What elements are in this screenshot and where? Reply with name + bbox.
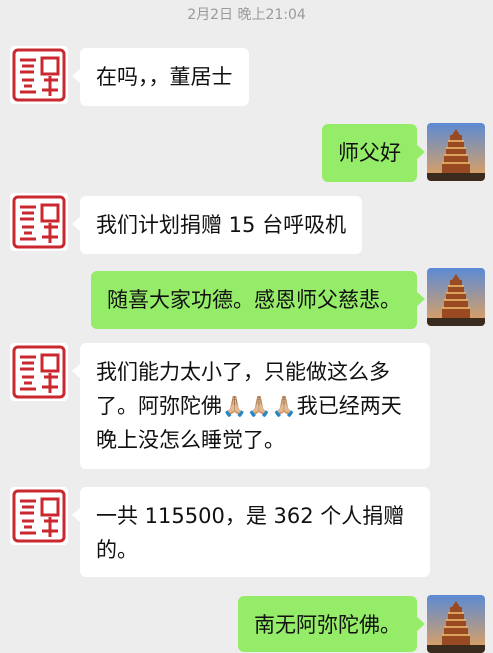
pagoda-avatar[interactable] [427,595,485,653]
message-bubble[interactable]: 师父好 [322,124,425,182]
pagoda-avatar[interactable] [427,268,485,326]
message-text: 南无阿弥陀佛。 [254,613,401,637]
message-bubble[interactable]: 在吗，，董居士 [72,48,249,106]
red-seal-avatar[interactable] [10,193,68,251]
message-bubble[interactable]: 我们能力太小了，只能做这么多了。阿弥陀佛🙏🏼🙏🏼🙏🏼我已经两天晚上没怎么睡觉了。 [72,343,430,469]
message-text: 一共 115500，是 362 个人捐赠的。 [96,504,405,562]
red-seal-avatar[interactable] [10,343,68,401]
message-timestamp: 2月2日 晚上21:04 [187,7,306,23]
message-bubble[interactable]: 我们计划捐赠 15 台呼吸机 [71,196,363,254]
message-text: 随喜大家功德。感恩师父慈悲。 [107,288,401,312]
message-row: 随喜大家功德。感恩师父慈悲。 [0,268,493,329]
message-text: 在吗，，董居士 [96,65,233,89]
message-row: 师父好 [0,123,493,183]
pagoda-avatar[interactable] [427,123,485,181]
message-bubble[interactable]: 随喜大家功德。感恩师父慈悲。 [91,271,425,329]
message-row: 一共 115500，是 362 个人捐赠的。 [0,487,493,579]
red-seal-avatar[interactable] [10,46,68,104]
message-row: 我们能力太小了，只能做这么多了。阿弥陀佛🙏🏼🙏🏼🙏🏼我已经两天晚上没怎么睡觉了。 [0,343,493,471]
message-row: 在吗，，董居士 [0,46,493,106]
message-bubble[interactable]: 一共 115500，是 362 个人捐赠的。 [72,487,430,577]
folded-hands-icon: 🙏🏼🙏🏼🙏🏼 [222,394,297,418]
message-text: 师父好 [338,141,401,165]
message-bubble[interactable]: 南无阿弥陀佛。 [238,596,425,652]
message-row: 南无阿弥陀佛。 [0,595,493,653]
message-row: 我们计划捐赠 15 台呼吸机 [0,193,493,254]
red-seal-avatar[interactable] [10,487,68,545]
message-text: 我们计划捐赠 15 台呼吸机 [96,213,347,237]
